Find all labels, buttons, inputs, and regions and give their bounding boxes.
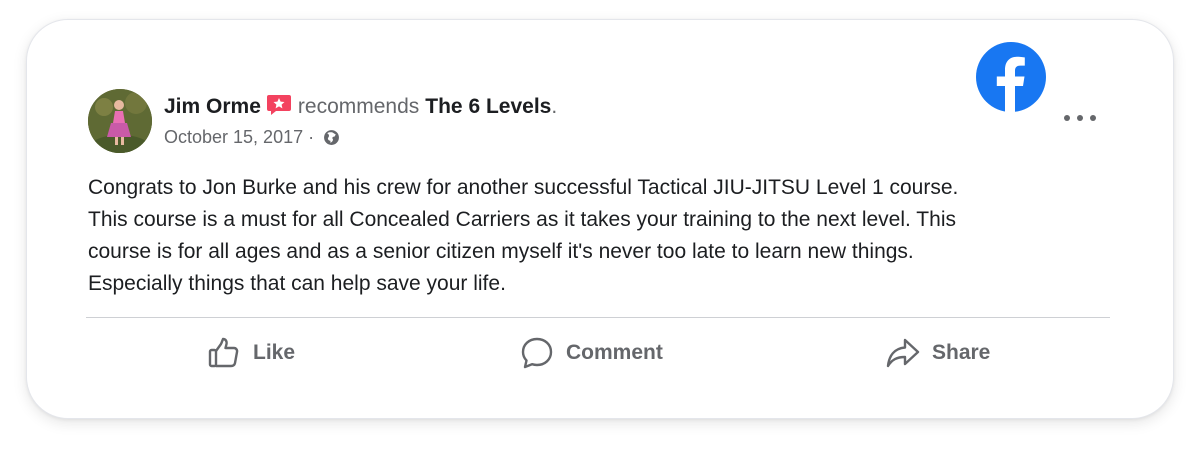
- like-label: Like: [253, 341, 296, 364]
- share-button[interactable]: Share: [886, 334, 990, 372]
- comment-label: Comment: [566, 341, 663, 364]
- page-name-link[interactable]: The 6 Levels: [425, 94, 551, 120]
- more-dot: [1077, 115, 1083, 121]
- post-body: Congrats to Jon Burke and his crew for a…: [88, 172, 1108, 300]
- page-name-suffix: .: [551, 95, 558, 118]
- more-options-icon[interactable]: [1064, 108, 1096, 128]
- author-avatar[interactable]: [88, 89, 152, 153]
- thumbs-up-icon: [207, 336, 241, 370]
- share-arrow-icon: [886, 336, 920, 370]
- post-body-line: course is for all ages and as a senior c…: [88, 240, 914, 263]
- post-meta: October 15, 2017 ·: [164, 126, 340, 148]
- post-date[interactable]: October 15, 2017: [164, 126, 303, 148]
- like-button[interactable]: Like: [207, 334, 295, 372]
- more-dot: [1090, 115, 1096, 121]
- comment-bubble-icon: [520, 336, 554, 370]
- date-separator: ·: [303, 127, 320, 147]
- share-label: Share: [932, 341, 991, 364]
- recommends-text: recommends: [297, 95, 420, 118]
- post-header: Jim Orme recommends The 6 Levels.: [164, 94, 557, 120]
- more-dot: [1064, 115, 1070, 121]
- facebook-logo-icon: [976, 42, 1046, 112]
- post-body-line: This course is a must for all Concealed …: [88, 208, 956, 231]
- recommend-star-icon: [266, 94, 292, 116]
- author-name[interactable]: Jim Orme: [164, 94, 261, 120]
- globe-icon: [323, 129, 340, 146]
- comment-button[interactable]: Comment: [520, 334, 663, 372]
- post-body-line: Congrats to Jon Burke and his crew for a…: [88, 176, 959, 199]
- actions-divider: [86, 317, 1110, 318]
- post-body-line: Especially things that can help save you…: [88, 272, 506, 295]
